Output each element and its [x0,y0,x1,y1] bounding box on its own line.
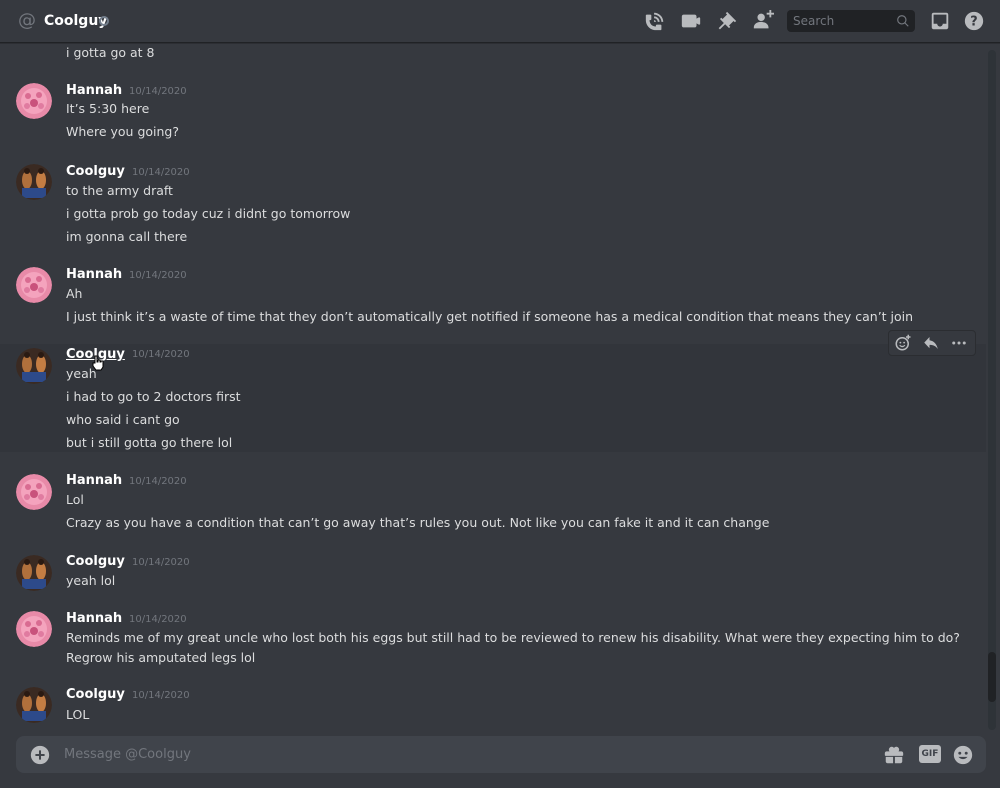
message-group: Coolguy 10/14/2020 LOL [0,685,986,737]
emoji-picker-icon[interactable] [952,744,974,766]
timestamp: 10/14/2020 [129,476,187,487]
message-text: I just think it’s a waste of time that t… [66,309,914,324]
author-name[interactable]: Hannah [66,82,122,100]
avatar-hannah[interactable] [16,611,52,647]
author-name[interactable]: Coolguy [66,553,125,571]
author-name[interactable]: Coolguy [66,163,125,181]
message-text: but i still gotta go there lol [66,435,233,450]
timestamp: 10/14/2020 [132,349,190,360]
inbox-icon[interactable] [929,10,951,32]
message-list[interactable]: i gotta go at 8 Hannah 10/14/2020 It’s 5… [0,43,986,737]
author-name[interactable]: Hannah [66,266,122,284]
message-text: Lol [66,492,84,507]
message-group: i gotta go at 8 [0,43,986,65]
search-box[interactable] [787,10,915,32]
svg-text:?: ? [970,15,977,30]
author-name[interactable]: Coolguy [66,686,125,704]
message-group: Coolguy 10/14/2020 to the army draft i g… [0,160,986,252]
avatar-coolguy[interactable] [16,164,52,200]
message-text: im gonna call there [66,229,188,244]
author-name[interactable]: Hannah [66,610,122,628]
timestamp: 10/14/2020 [132,690,190,701]
pinned-messages-icon[interactable] [716,10,738,32]
message-text: yeah lol [66,573,116,588]
avatar-coolguy[interactable] [16,348,52,384]
message-text: i had to go to 2 doctors first [66,389,241,404]
message-text: i gotta go at 8 [66,45,155,60]
avatar-hannah[interactable] [16,474,52,510]
message-text: LOL [66,707,90,722]
timestamp: 10/14/2020 [132,167,190,178]
message-actions-toolbar [888,330,976,356]
dm-recipient-name[interactable]: Coolguy [44,11,107,31]
message-group: Hannah 10/14/2020 Reminds me of my great… [0,609,986,671]
video-call-icon[interactable] [680,10,702,32]
message-composer: GIF [16,736,986,773]
message-text: Reminds me of my great uncle who lost bo… [66,630,960,645]
magnifier-icon [897,15,909,27]
at-sign-icon: @ [18,10,36,31]
timestamp: 10/14/2020 [129,86,187,97]
message-group: Hannah 10/14/2020 Ah I just think it’s a… [0,263,986,333]
message-list-scrollbar[interactable] [988,50,996,730]
avatar-coolguy[interactable] [16,555,52,591]
message-group-hovered: Coolguy 10/14/2020 yeah i had to go to 2… [0,344,986,452]
avatar-hannah[interactable] [16,267,52,303]
add-reaction-icon[interactable] [893,334,913,352]
scrollbar-thumb[interactable] [988,652,996,702]
offline-status-icon [99,16,109,26]
message-input[interactable] [64,745,824,764]
avatar-hannah[interactable] [16,83,52,119]
help-icon[interactable]: ? [963,10,985,32]
message-text: Regrow his amputated legs lol [66,650,256,665]
message-group: Hannah 10/14/2020 Lol Crazy as you have … [0,470,986,540]
message-text: Where you going? [66,124,179,139]
pointer-hand-cursor-icon [92,355,104,371]
upload-plus-icon[interactable] [29,744,51,766]
message-text: who said i cant go [66,412,180,427]
message-group: Hannah 10/14/2020 It’s 5:30 here Where y… [0,79,986,149]
gif-label: GIF [921,749,939,759]
message-text: i gotta prob go today cuz i didnt go tom… [66,206,351,221]
voice-call-icon[interactable] [644,10,666,32]
message-text: Crazy as you have a condition that can’t… [66,515,770,530]
more-options-icon[interactable] [949,334,969,352]
message-group: Coolguy 10/14/2020 yeah lol [0,551,986,599]
message-text: to the army draft [66,183,173,198]
message-text: Ah [66,286,83,301]
message-text: It’s 5:30 here [66,101,150,116]
channel-header: @ Coolguy ? [0,0,1000,43]
gif-picker-button[interactable]: GIF [919,745,941,763]
gift-icon[interactable] [883,744,905,766]
timestamp: 10/14/2020 [129,270,187,281]
avatar-coolguy[interactable] [16,687,52,723]
reply-icon[interactable] [921,334,941,352]
author-name[interactable]: Hannah [66,472,122,490]
add-friends-to-dm-icon[interactable] [752,10,774,32]
timestamp: 10/14/2020 [132,557,190,568]
timestamp: 10/14/2020 [129,614,187,625]
search-input[interactable] [793,12,893,30]
